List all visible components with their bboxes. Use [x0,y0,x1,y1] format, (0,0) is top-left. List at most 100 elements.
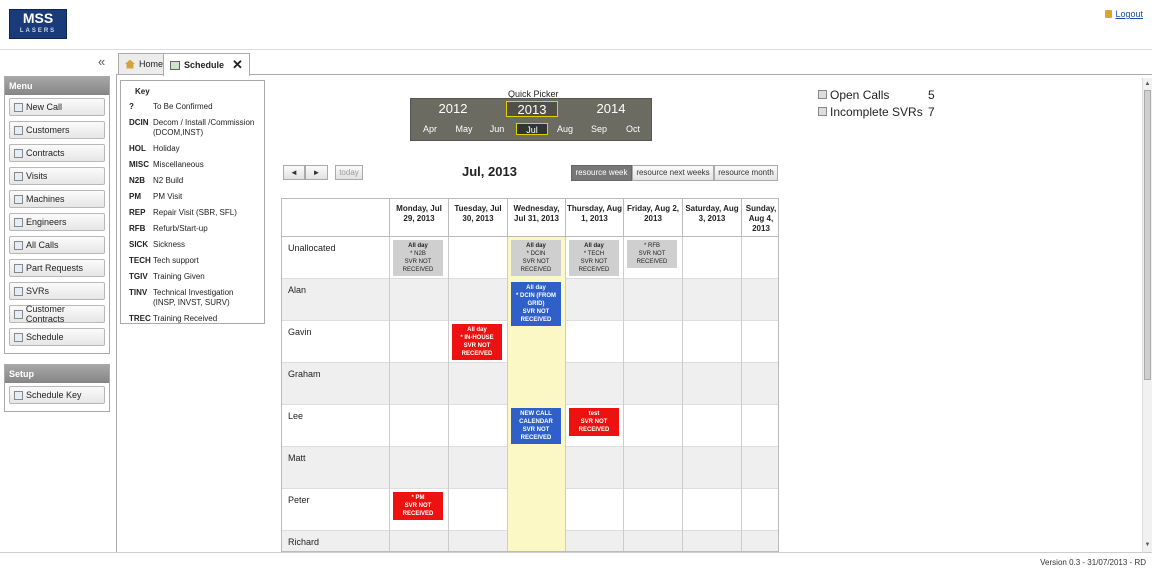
day-header: Monday, Jul 29, 2013 [389,199,448,237]
key-code: RFB [129,224,146,233]
key-code: TECH [129,256,151,265]
event-line: * DCIN (FROM GRID) [516,293,556,307]
open-calls-stat[interactable]: Open Calls 5 [818,86,935,103]
column-divider [565,237,566,551]
setup-panel: Setup Schedule Key [4,364,110,412]
event-line: SVR NOT RECEIVED [520,309,552,323]
month-jun[interactable]: Jun [482,123,512,135]
month-sep[interactable]: Sep [584,123,614,135]
nav-label: Machines [26,194,65,204]
key-row: SICK Sickness [129,240,256,250]
nav-schedule-key-button[interactable]: Schedule Key [9,386,105,404]
tab-schedule[interactable]: Schedule ✕ [163,53,250,76]
tab-home-label: Home [139,59,164,69]
nav-visits-button[interactable]: Visits [9,167,105,185]
column-divider [507,237,508,551]
incomplete-svrs-stat[interactable]: Incomplete SVRs 7 [818,103,935,120]
nav-new-call-button[interactable]: New Call [9,98,105,116]
month-oct[interactable]: Oct [618,123,648,135]
prev-button[interactable]: ◄ [283,165,305,180]
month-aug[interactable]: Aug [550,123,580,135]
month-may[interactable]: May [449,123,479,135]
resource-name: Matt [288,453,306,463]
day-header: Wednesday, Jul 31, 2013 [507,199,565,237]
event-line: SVR NOT RECEIVED [402,503,434,517]
calendar-event[interactable]: All day * N2B SVR NOT RECEIVED [393,240,443,276]
close-tab-icon[interactable]: ✕ [232,57,243,73]
day-header: Tuesday, Jul 30, 2013 [448,199,507,237]
logout-link[interactable]: Logout [1105,9,1143,19]
next-button[interactable]: ► [305,165,328,180]
incomplete-svrs-label[interactable]: Incomplete SVRs [830,105,928,119]
key-description: Training Received [153,314,218,323]
nav-customer-contracts-button[interactable]: Customer Contracts [9,304,105,324]
event-line: SVR NOT RECEIVED [636,251,668,265]
logout-label[interactable]: Logout [1115,9,1143,19]
calendar-event[interactable]: * RFB SVR NOT RECEIVED [627,240,677,268]
nav-customers-button[interactable]: Customers [9,121,105,139]
vertical-scrollbar[interactable]: ▲ ▼ [1142,78,1152,552]
key-row: TREC Training Received [129,314,256,324]
quick-picker: 2012 2013 2014 Apr May Jun Jul Aug Sep O… [410,98,652,141]
calendar-event[interactable]: NEW CALL CALENDAR SVR NOT RECEIVED [511,408,561,444]
calendar-event[interactable]: All day * TECH SVR NOT RECEIVED [569,240,619,276]
key-row: TGIV Training Given [129,272,256,282]
event-line: SVR NOT RECEIVED [578,419,610,433]
column-divider [448,237,449,551]
event-line: * RFB [643,243,660,249]
open-calls-label[interactable]: Open Calls [830,88,928,102]
resource-name: Peter [288,495,310,505]
setup-title: Setup [5,365,109,383]
key-description: Refurb/Start-up [153,224,208,233]
menu-panel: Menu New Call Customers Contracts Visits Mac… [4,76,110,354]
mss-lasers-logo[interactable]: MSS LASERS [9,9,67,39]
year-2014[interactable]: 2014 [585,101,637,117]
nav-machines-button[interactable]: Machines [9,190,105,208]
year-2012[interactable]: 2012 [427,101,479,117]
calendar-event[interactable]: test SVR NOT RECEIVED [569,408,619,436]
nav-label: SVRs [26,286,50,296]
nav-all-calls-button[interactable]: All Calls [9,236,105,254]
resource-name: Alan [288,285,307,295]
event-line: * PM [411,495,425,501]
collapse-sidebar-icon[interactable]: « [98,54,105,69]
event-title: All day [584,243,604,249]
year-2013[interactable]: 2013 [506,101,558,117]
customer-contracts-icon [14,309,23,319]
key-description: Tech support [153,256,199,265]
nav-label: Part Requests [26,263,84,273]
month-apr[interactable]: Apr [415,123,445,135]
today-button[interactable]: today [335,165,363,180]
scrollbar-thumb[interactable] [1144,90,1151,380]
engineers-icon [14,217,23,227]
key-description: Sickness [153,240,186,249]
event-line: SVR NOT RECEIVED [578,259,610,273]
key-description: Technical Investigation (INSP, INVST, SU… [153,288,234,307]
view-resource-month[interactable]: resource month [714,165,778,181]
nav-contracts-button[interactable]: Contracts [9,144,105,162]
scroll-down-icon[interactable]: ▼ [1144,541,1151,549]
nav-label: Customers [26,125,70,135]
nav-part-requests-button[interactable]: Part Requests [9,259,105,277]
nav-svrs-button[interactable]: SVRs [9,282,105,300]
calendar-event[interactable]: * PM SVR NOT RECEIVED [393,492,443,520]
app-header: MSS LASERS Logout [0,0,1152,50]
key-description: Decom / Install /Commission (DCOM,INST) [153,118,255,137]
footer: Version 0.3 - 31/07/2013 - RD [0,552,1152,573]
view-resource-next-weeks[interactable]: resource next weeks [632,165,714,181]
part-requests-icon [14,263,23,273]
month-jul[interactable]: Jul [516,123,548,135]
calendar-event[interactable]: All day * DCIN SVR NOT RECEIVED [511,240,561,276]
day-header: Thursday, Aug 1, 2013 [565,199,623,237]
key-row: ? To Be Confirmed [129,102,256,112]
view-resource-week[interactable]: resource week [571,165,632,181]
nav-engineers-button[interactable]: Engineers [9,213,105,231]
calendar-event[interactable]: All day * DCIN (FROM GRID) SVR NOT RECEIVE… [511,282,561,326]
tab-schedule-label: Schedule [184,60,225,70]
calendar-event[interactable]: All day * IN-HOUSE SVR NOT RECEIVED [452,324,502,360]
nav-schedule-button[interactable]: Schedule [9,328,105,346]
key-row: PM PM Visit [129,192,256,202]
key-description: N2 Build [153,176,184,185]
scroll-up-icon[interactable]: ▲ [1144,80,1151,88]
nav-label: New Call [26,102,63,112]
